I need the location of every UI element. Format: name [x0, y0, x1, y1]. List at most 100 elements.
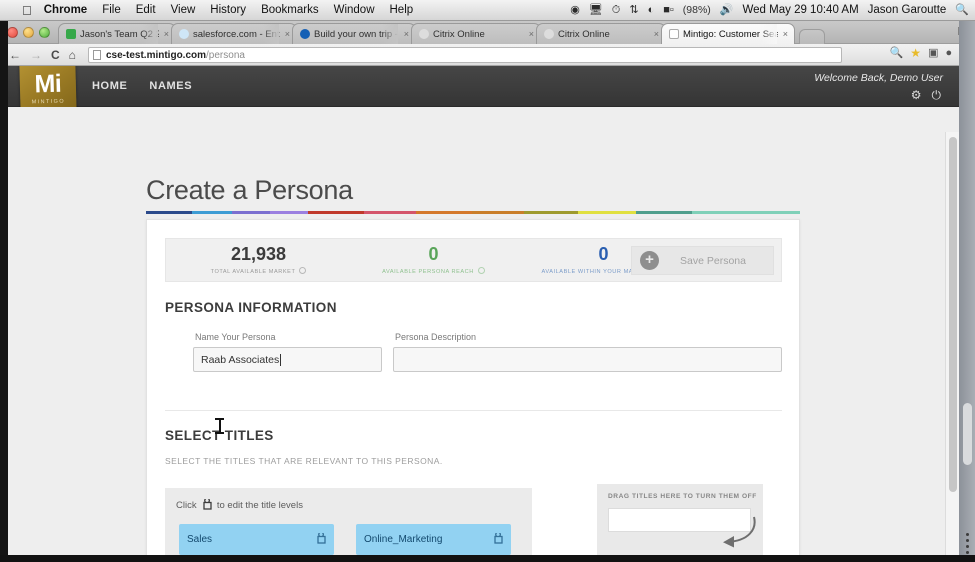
app-header-icons: ⚙ ⏻ [911, 88, 941, 103]
bookmark-star-icon[interactable]: ★ [910, 47, 921, 59]
search-icon[interactable]: 🔍 [955, 4, 969, 16]
title-chip-online-marketing[interactable]: Online_Marketing [356, 524, 511, 555]
tab-label-fade [761, 24, 777, 44]
apple-icon[interactable]:  [22, 4, 32, 17]
stat-total-available-market: 21,938 TOTAL AVAILABLE MARKET [166, 245, 351, 275]
browser-tab[interactable]: Jason's Team Q2 2013 Mil × [58, 23, 176, 44]
persona-name-input[interactable]: Raab Associates [193, 347, 382, 372]
page-title: Create a Persona [146, 175, 353, 205]
edit-title-levels-hint: Click to edit the title levels [176, 497, 303, 513]
close-window-button[interactable] [7, 27, 18, 38]
new-tab-button[interactable] [799, 29, 825, 44]
menu-item-history[interactable]: History [210, 4, 246, 16]
wifi-icon[interactable]: ◐ [648, 4, 655, 16]
close-tab-icon[interactable]: × [164, 29, 169, 39]
plus-circle-icon: + [640, 251, 659, 270]
zoom-icon[interactable]: 🔍 [890, 47, 904, 59]
zoom-window-button[interactable] [39, 27, 50, 38]
persona-description-label: Persona Description [395, 332, 477, 342]
info-icon[interactable] [477, 266, 485, 274]
close-tab-icon[interactable]: × [783, 29, 788, 39]
display-icon[interactable]: 🖥 [589, 4, 603, 16]
menu-item-chrome[interactable]: Chrome [44, 4, 87, 16]
page-scrollbar-thumb[interactable] [949, 137, 957, 492]
desktop-scrollbar-thumb[interactable] [963, 403, 972, 465]
menu-item-help[interactable]: Help [390, 4, 414, 16]
app-header: Mi MINTIGO HOME NAMES Welcome Back, Demo… [8, 66, 959, 119]
copy-icon[interactable] [492, 531, 503, 547]
title-levels-icon[interactable] [201, 497, 212, 513]
minimize-window-button[interactable] [23, 27, 34, 38]
section-divider [165, 410, 782, 411]
titles-panel: Click to edit the title levels Sales Onl… [165, 488, 532, 555]
back-arrow-icon[interactable]: ← [9, 49, 21, 61]
persona-information-heading: PERSONA INFORMATION [165, 300, 337, 315]
page-viewport: Mi MINTIGO HOME NAMES Welcome Back, Demo… [8, 66, 959, 555]
page-scrollbar[interactable] [945, 132, 959, 555]
browser-tab-active[interactable]: Mintigo: Customer Search × [661, 23, 795, 44]
title-chip-sales[interactable]: Sales [179, 524, 334, 555]
persona-description-input[interactable] [393, 347, 782, 372]
browser-tab-strip: Jason's Team Q2 2013 Mil × salesforce.co… [0, 21, 975, 44]
url-path: /persona [206, 49, 245, 61]
select-titles-subheading: SELECT THE TITLES THAT ARE RELEVANT TO T… [165, 456, 443, 466]
tab-favicon [419, 29, 429, 39]
extension-alt-icon[interactable]: ● [945, 47, 952, 59]
reload-icon[interactable]: C [51, 49, 60, 61]
battery-percent: (98%) [682, 4, 711, 16]
copy-icon[interactable] [315, 531, 326, 547]
menu-item-edit[interactable]: Edit [136, 4, 156, 16]
title-chip-list: Sales Online_Marketing [179, 524, 521, 555]
persona-name-value: Raab Associates [201, 353, 280, 366]
gear-icon[interactable]: ⚙ [911, 88, 922, 103]
page-info-icon[interactable] [93, 50, 101, 60]
bluetooth-icon[interactable]: ⇅ [629, 4, 638, 16]
browser-tab[interactable]: Build your own trip - San × [292, 23, 416, 44]
turn-off-titles-dropzone[interactable]: DRAG TITLES HERE TO TURN THEM OFF [597, 484, 763, 555]
nav-home[interactable]: HOME [92, 80, 127, 92]
forward-arrow-icon[interactable]: → [30, 49, 42, 61]
title-chip-label: Sales [187, 534, 213, 545]
battery-icon[interactable]: ■▫ [663, 4, 674, 16]
browser-tab[interactable]: Citrix Online × [536, 23, 666, 44]
menu-item-view[interactable]: View [171, 4, 196, 16]
power-icon[interactable]: ⏻ [932, 88, 942, 103]
menu-bar-user[interactable]: Jason Garoutte [868, 4, 947, 16]
menu-bar-clock[interactable]: Wed May 29 10:40 AM [743, 4, 859, 16]
edit-hint-after: to edit the title levels [216, 500, 303, 511]
tab-label: Citrix Online [433, 28, 485, 40]
dock-dots-icon [961, 530, 973, 556]
close-tab-icon[interactable]: × [529, 29, 534, 39]
close-tab-icon[interactable]: × [654, 29, 659, 39]
title-chip-label: Online_Marketing [364, 534, 443, 545]
dropbox-icon[interactable]: ◉ [570, 4, 580, 16]
text-caret [280, 353, 282, 366]
tab-favicon [300, 29, 310, 39]
browser-tab[interactable]: Citrix Online × [411, 23, 541, 44]
url-domain: cse-test.mintigo.com [106, 49, 207, 61]
menu-item-bookmarks[interactable]: Bookmarks [261, 4, 319, 16]
persona-card: 21,938 TOTAL AVAILABLE MARKET 0 AVAILABL… [146, 219, 800, 555]
browser-tab[interactable]: salesforce.com - Enterpri × [171, 23, 297, 44]
info-icon[interactable] [299, 266, 307, 274]
address-bar[interactable]: cse-test.mintigo.com /persona [88, 47, 842, 63]
volume-icon[interactable]: 🔊 [720, 4, 734, 16]
desktop-right-edge [959, 21, 975, 562]
tab-favicon [669, 29, 679, 39]
menu-item-window[interactable]: Window [334, 4, 375, 16]
menu-item-file[interactable]: File [102, 4, 121, 16]
dropzone-label: DRAG TITLES HERE TO TURN THEM OFF [608, 493, 757, 500]
save-persona-button[interactable]: + Save Persona [631, 246, 774, 275]
app-nav-links: HOME NAMES [92, 80, 192, 92]
timemachine-icon[interactable]: ⏱ [612, 4, 621, 16]
extension-icon[interactable]: ▣ [928, 47, 938, 59]
nav-names[interactable]: NAMES [149, 80, 192, 92]
close-tab-icon[interactable]: × [285, 29, 290, 39]
stats-bar: 21,938 TOTAL AVAILABLE MARKET 0 AVAILABL… [165, 238, 782, 282]
save-persona-label: Save Persona [680, 254, 746, 267]
edit-hint-before: Click [176, 500, 197, 511]
tab-list: Jason's Team Q2 2013 Mil × salesforce.co… [58, 23, 825, 44]
home-icon[interactable]: ⌂ [69, 49, 76, 61]
close-tab-icon[interactable]: × [404, 29, 409, 39]
name-your-persona-label: Name Your Persona [195, 332, 276, 342]
